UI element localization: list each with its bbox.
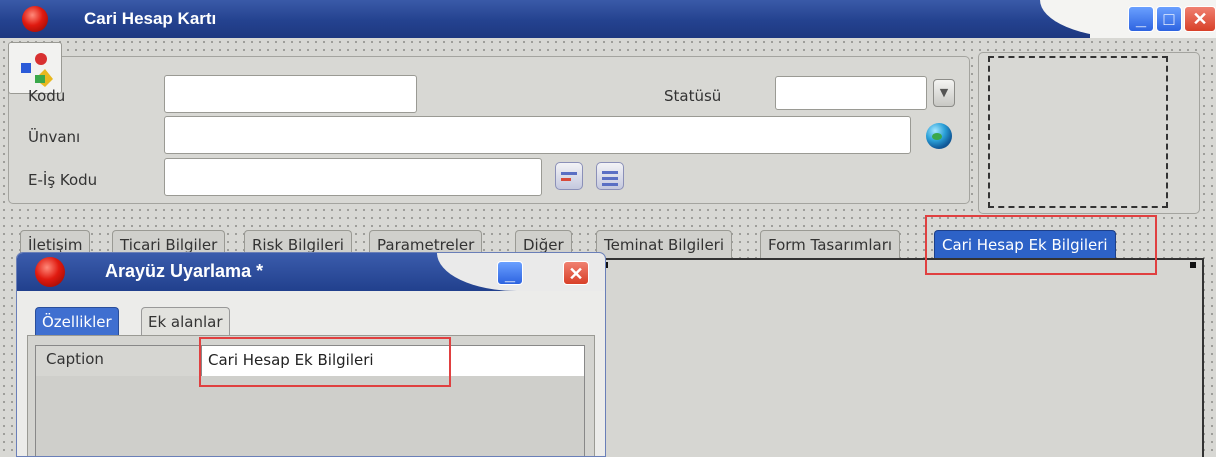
combo-dropdown-icon: ▼	[939, 86, 949, 99]
globe-icon[interactable]	[926, 123, 952, 149]
tab-content-area	[600, 258, 1204, 457]
close-icon: ✕	[1192, 9, 1208, 29]
lookup-icon	[561, 172, 577, 175]
dialog-orb-icon	[35, 257, 65, 287]
statusu-dropdown-button[interactable]: ▼	[933, 79, 955, 107]
maximize-icon: □	[1163, 9, 1175, 29]
unvan-input[interactable]	[164, 116, 911, 154]
close-icon: ✕	[568, 264, 584, 284]
eis-kodu-input[interactable]	[164, 158, 542, 196]
highlight-active-tab	[925, 215, 1157, 275]
tab-teminat-bilgileri[interactable]: Teminat Bilgileri	[596, 230, 733, 258]
dialog-minimize-button[interactable]: _	[497, 261, 523, 285]
statusu-label: Statüsü	[664, 87, 722, 105]
maximize-button[interactable]: □	[1156, 6, 1182, 32]
unvan-label: Ünvanı	[28, 128, 81, 146]
property-name: Caption	[36, 346, 202, 376]
close-button[interactable]: ✕	[1184, 6, 1216, 32]
kodu-input[interactable]	[164, 75, 417, 113]
highlight-caption-value	[199, 337, 451, 387]
dialog-titlebar: Arayüz Uyarlama * _ ✕	[17, 253, 605, 291]
minimize-icon: _	[504, 264, 515, 284]
tab-form-tasarimlari[interactable]: Form Tasarımları	[760, 230, 901, 258]
kodu-label: Kodu	[28, 87, 66, 105]
eis-kodu-label: E-İş Kodu	[28, 171, 98, 189]
dialog-tab-ozellikler[interactable]: Özellikler	[35, 307, 119, 335]
dialog-tab-ek-alanlar[interactable]: Ek alanlar	[141, 307, 230, 335]
minimize-icon: _	[1135, 9, 1146, 29]
window-title: Cari Hesap Kartı	[84, 9, 217, 28]
detail-icon	[602, 171, 618, 174]
detail-icon-bar	[602, 177, 618, 180]
selection-handle[interactable]	[1190, 262, 1196, 268]
picture-placeholder[interactable]	[988, 56, 1168, 208]
lookup-icon-bar	[561, 178, 571, 181]
minimize-button[interactable]: _	[1128, 6, 1154, 32]
statusu-combo[interactable]	[775, 76, 927, 110]
detail-icon-bar	[602, 183, 618, 186]
main-titlebar: Cari Hesap Kartı _ □ ✕	[0, 0, 1216, 38]
window-orb-icon	[22, 6, 48, 32]
dialog-close-button[interactable]: ✕	[563, 261, 589, 285]
detail-button[interactable]	[596, 162, 624, 190]
dialog-title: Arayüz Uyarlama *	[105, 261, 264, 281]
lookup-button[interactable]	[555, 162, 583, 190]
